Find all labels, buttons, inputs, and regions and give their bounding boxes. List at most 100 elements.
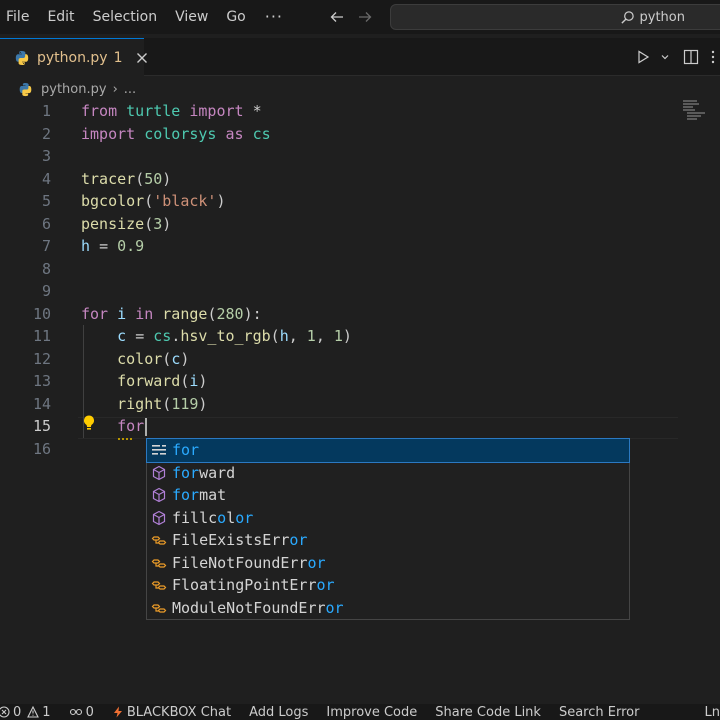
- label-part: ModuleNotFoundErr: [172, 598, 326, 617]
- token: cs: [252, 124, 271, 143]
- line-number: 11: [32, 327, 51, 345]
- add-logs-button[interactable]: Add Logs: [249, 705, 308, 720]
- line-number: 10: [32, 304, 51, 323]
- suggest-item[interactable]: FloatingPointError: [147, 574, 629, 597]
- keyword-icon: [150, 442, 168, 458]
- menu-go[interactable]: Go: [217, 0, 254, 34]
- token: import: [81, 124, 136, 143]
- close-icon[interactable]: [135, 51, 149, 65]
- token: turtle: [126, 102, 181, 120]
- improve-code-button[interactable]: Improve Code: [326, 705, 417, 720]
- token: 'black': [153, 192, 217, 210]
- suggest-item[interactable]: format: [147, 484, 629, 507]
- code-line: 2 import colorsys as cs: [0, 123, 720, 146]
- code-line: 10 for i in range(280):: [0, 303, 720, 326]
- suggest-label: fillcolor: [172, 509, 253, 527]
- back-arrow-icon[interactable]: [326, 6, 348, 28]
- cursor-position[interactable]: Ln: [705, 705, 720, 720]
- editor-actions: [632, 38, 720, 76]
- forward-arrow-icon[interactable]: [354, 6, 376, 28]
- line-number: 13: [32, 372, 51, 390]
- suggest-label: forward: [172, 464, 235, 482]
- code-line: 11 c = cs.hsv_to_rgb(h, 1, 1): [0, 325, 720, 348]
- method-cube-icon: [150, 510, 168, 526]
- code-editor[interactable]: 1 from turtle import * 2 import colorsys…: [0, 100, 720, 470]
- code-text: forward(i): [117, 372, 208, 390]
- line-number: 15: [32, 417, 51, 435]
- line-number: 1: [41, 102, 51, 120]
- suggest-label: FileNotFoundError: [172, 554, 326, 572]
- code-text: color(c): [117, 349, 190, 368]
- label-part: l: [226, 508, 236, 527]
- breadcrumb-file[interactable]: python.py: [41, 82, 107, 97]
- token: 1: [306, 327, 316, 345]
- match-highlight: o: [217, 508, 227, 527]
- match-highlight: for: [172, 441, 200, 460]
- command-center-search[interactable]: python: [390, 4, 720, 30]
- token: 280: [216, 304, 244, 323]
- suggest-item[interactable]: forward: [147, 462, 629, 485]
- search-text: python: [639, 9, 685, 25]
- token: for: [117, 417, 145, 435]
- split-editor-icon[interactable]: [676, 38, 706, 76]
- token: range: [162, 304, 208, 323]
- token: cs: [153, 327, 172, 345]
- code-line: 3: [0, 145, 720, 168]
- token: 0.9: [117, 237, 145, 255]
- menu-view[interactable]: View: [166, 0, 217, 34]
- code-line: 13 forward(i): [0, 370, 720, 393]
- menu-more-button[interactable]: ···: [255, 2, 293, 32]
- navigation-arrows: [326, 6, 382, 28]
- method-cube-icon: [150, 487, 168, 503]
- tab-python-py[interactable]: python.py 1: [0, 38, 147, 76]
- chevron-down-icon[interactable]: [654, 38, 676, 76]
- warning-icon: [27, 706, 40, 718]
- line-number: 14: [32, 394, 51, 413]
- line-number: 5: [41, 192, 51, 210]
- run-icon[interactable]: [632, 38, 654, 76]
- menu-file[interactable]: File: [0, 0, 38, 34]
- lightbulb-icon[interactable]: [82, 414, 96, 432]
- suggest-label: for: [172, 441, 199, 459]
- search-icon: [620, 10, 635, 25]
- suggest-label: FloatingPointError: [172, 576, 335, 594]
- blackbox-chat-label: BLACKBOX Chat: [126, 704, 232, 720]
- menu-selection[interactable]: Selection: [84, 0, 167, 34]
- suggest-item[interactable]: fillcolor: [147, 507, 629, 530]
- breadcrumb-symbol[interactable]: ...: [124, 82, 136, 97]
- label-rest: mat: [199, 486, 227, 505]
- python-file-icon: [14, 50, 30, 66]
- token: tracer: [81, 169, 136, 188]
- line-number: 2: [41, 124, 51, 143]
- blackbox-chat-button[interactable]: BLACKBOX Chat: [112, 705, 231, 720]
- suggest-label: FileExistsError: [172, 531, 307, 549]
- label-part: FileExistsErr: [172, 531, 290, 550]
- code-text: for i in range(280):: [81, 304, 262, 323]
- line-number: 7: [41, 237, 51, 255]
- token: bgcolor: [81, 192, 145, 210]
- line-number: 8: [41, 259, 51, 278]
- search-error-button[interactable]: Search Error: [559, 705, 639, 720]
- code-line-active: 15 for: [0, 415, 720, 438]
- token: 50: [144, 169, 163, 188]
- token: =: [135, 327, 145, 345]
- code-line: 5 bgcolor('black'): [0, 190, 720, 213]
- suggest-item[interactable]: FileNotFoundError: [147, 552, 629, 575]
- ports-status[interactable]: 0: [69, 705, 94, 720]
- problem-count-badge: 1: [113, 49, 123, 66]
- code-line: 4 tracer(50): [0, 168, 720, 191]
- suggest-item[interactable]: ModuleNotFoundError: [147, 597, 629, 620]
- token: as: [225, 124, 244, 143]
- code-line: 6 pensize(3): [0, 213, 720, 236]
- menu-edit[interactable]: Edit: [38, 0, 83, 34]
- share-code-link-button[interactable]: Share Code Link: [435, 705, 541, 720]
- suggest-item[interactable]: FileExistsError: [147, 529, 629, 552]
- lightning-icon: [113, 706, 122, 718]
- ports-icon: [69, 708, 82, 716]
- token: color: [117, 349, 163, 368]
- problems-status[interactable]: 0 1: [0, 705, 51, 720]
- more-actions-icon[interactable]: [706, 38, 720, 76]
- class-icon: [150, 600, 168, 616]
- suggest-item[interactable]: for: [146, 438, 630, 463]
- match-highlight: for: [172, 463, 200, 482]
